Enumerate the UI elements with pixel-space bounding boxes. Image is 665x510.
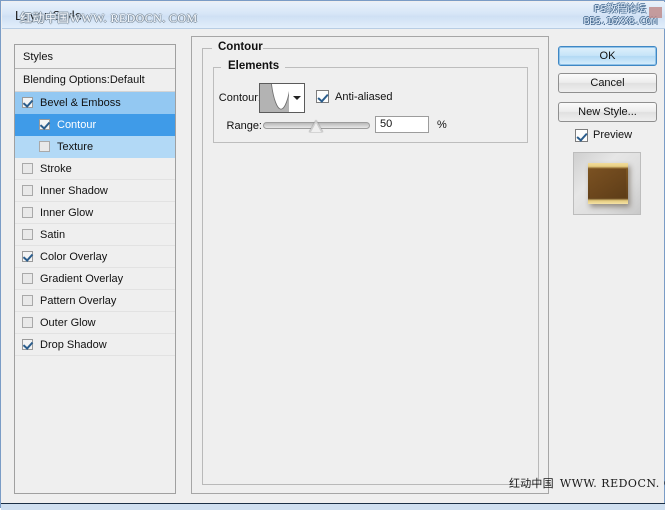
contour-dropdown-button[interactable] [289,83,305,113]
style-item-label: Drop Shadow [40,339,107,352]
checkbox-color-overlay[interactable] [22,250,33,262]
style-item-gradient-overlay[interactable]: Gradient Overlay [15,268,175,290]
elements-rule-left [213,67,221,68]
title-watermark-en: WWW. REDOCN. COM [69,11,198,25]
footer-watermark-cn: 红动中国 [509,477,554,490]
checkbox-gradient-overlay[interactable] [22,272,33,284]
title-watermark: 红动中国WWW. REDOCN. COM [20,9,198,26]
checkbox-satin[interactable] [22,228,33,240]
preview-shape-inner [590,169,626,198]
contour-rule-vert-left [202,48,203,485]
elements-rule-right [285,67,528,68]
anti-aliased-checkbox[interactable] [316,90,329,103]
contour-rule-left [202,48,212,49]
chevron-down-icon [293,96,301,100]
elements-rule-bottom [213,142,528,143]
style-item-label: Pattern Overlay [40,295,117,308]
dialog-titlebar[interactable]: Layer Style 红动中国WWW. REDOCN. COM PS教程论坛 … [2,2,665,29]
preview-label: Preview [593,129,633,141]
style-item-label: Bevel & Emboss [40,97,121,110]
style-item-inner-shadow[interactable]: Inner Shadow [15,180,175,202]
contour-rule-vert-right [538,48,539,485]
style-item-label: Inner Glow [40,207,94,220]
new-style-button[interactable]: New Style... [558,102,657,122]
style-item-pattern-overlay[interactable]: Pattern Overlay [15,290,175,312]
style-item-satin[interactable]: Satin [15,224,175,246]
preview-shape [588,163,628,204]
style-item-drop-shadow[interactable]: Drop Shadow [15,334,175,356]
content-panel [191,36,549,494]
styles-panel: Styles Blending Options:Default Bevel & … [14,44,176,494]
style-item-label: Stroke [40,163,72,176]
style-item-inner-glow[interactable]: Inner Glow [15,202,175,224]
style-item-stroke[interactable]: Stroke [15,158,175,180]
checkbox-inner-shadow[interactable] [22,184,33,196]
checkbox-drop-shadow[interactable] [22,338,33,350]
checkbox-bevel-emboss[interactable] [22,96,33,108]
ok-button[interactable]: OK [558,46,657,66]
cancel-button[interactable]: Cancel [558,73,657,93]
style-item-label: Color Overlay [40,251,108,264]
contour-field-label: Contour: [218,92,261,104]
style-item-label: Gradient Overlay [40,273,124,286]
style-item-color-overlay[interactable]: Color Overlay [15,246,175,268]
style-item-contour[interactable]: Contour [15,114,175,136]
style-item-label: Inner Shadow [40,185,108,198]
styles-list: Bevel & Emboss Contour Texture Stroke Inner … [15,92,175,356]
title-watermark-cn: 红动中国 [20,11,70,25]
style-item-label: Satin [40,229,66,242]
style-item-texture[interactable]: Texture [15,136,175,158]
checkbox-pattern-overlay[interactable] [22,294,33,306]
contour-rule-right [263,48,539,49]
style-item-label: Outer Glow [40,317,96,330]
style-item-label: Texture [57,141,94,154]
corner-watermark: PS教程论坛 BBS.16XX8.COM [578,4,662,28]
checkbox-contour[interactable] [39,118,50,130]
contour-rule-bottom [202,484,539,485]
style-item-outer-glow[interactable]: Outer Glow [15,312,175,334]
preview-thumbnail [573,152,641,215]
range-slider-thumb[interactable] [308,120,323,132]
checkbox-stroke[interactable] [22,162,33,174]
checkbox-inner-glow[interactable] [22,206,33,218]
range-field-label: Range: [226,120,262,132]
corner-watermark-badge [649,7,662,18]
layer-style-dialog: Layer Style 红动中国WWW. REDOCN. COM PS教程论坛 … [0,0,665,510]
footer-watermark: 红动中国 WWW. REDOCN. COM [509,475,665,491]
footer-watermark-en: WWW. REDOCN. COM [559,477,665,490]
range-value-input[interactable]: 50 [375,116,429,133]
preview-checkbox[interactable] [575,129,588,142]
anti-aliased-label: Anti-aliased [335,91,393,103]
contour-group-title: Contour [213,41,268,53]
checkbox-outer-glow[interactable] [22,316,33,328]
style-item-label: Contour [57,119,97,132]
checkbox-texture[interactable] [39,140,50,152]
styles-panel-header: Styles [15,45,175,69]
bottom-strip [1,503,665,510]
elements-group-title: Elements [223,60,285,72]
style-item-bevel-emboss[interactable]: Bevel & Emboss [15,92,175,114]
blending-options-row[interactable]: Blending Options:Default [15,69,175,92]
range-unit-label: % [437,119,447,131]
elements-rule-vert-right [527,67,528,143]
